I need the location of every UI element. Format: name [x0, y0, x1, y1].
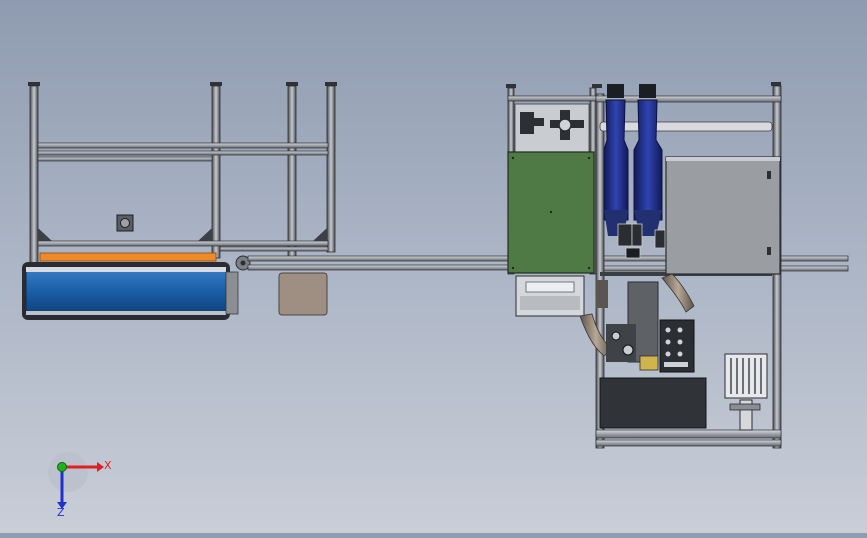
center-module: [506, 84, 602, 317]
navy-vessels: [603, 84, 663, 236]
cad-viewport[interactable]: X Z: [0, 0, 867, 533]
sensor-bracket-icon: [116, 214, 134, 232]
assembly-drawing: X Z: [22, 82, 849, 519]
valve-cluster: [617, 223, 666, 259]
z-axis-label: Z: [57, 506, 65, 519]
blue-conveyor-housing: [22, 262, 239, 320]
coordinate-triad: X Z: [48, 452, 112, 519]
infeed-frame: [28, 82, 337, 265]
transfer-conveyor: [235, 255, 511, 316]
x-axis-label: X: [104, 459, 112, 472]
electrical-cabinet: [665, 156, 781, 275]
orange-belt: [39, 252, 217, 262]
